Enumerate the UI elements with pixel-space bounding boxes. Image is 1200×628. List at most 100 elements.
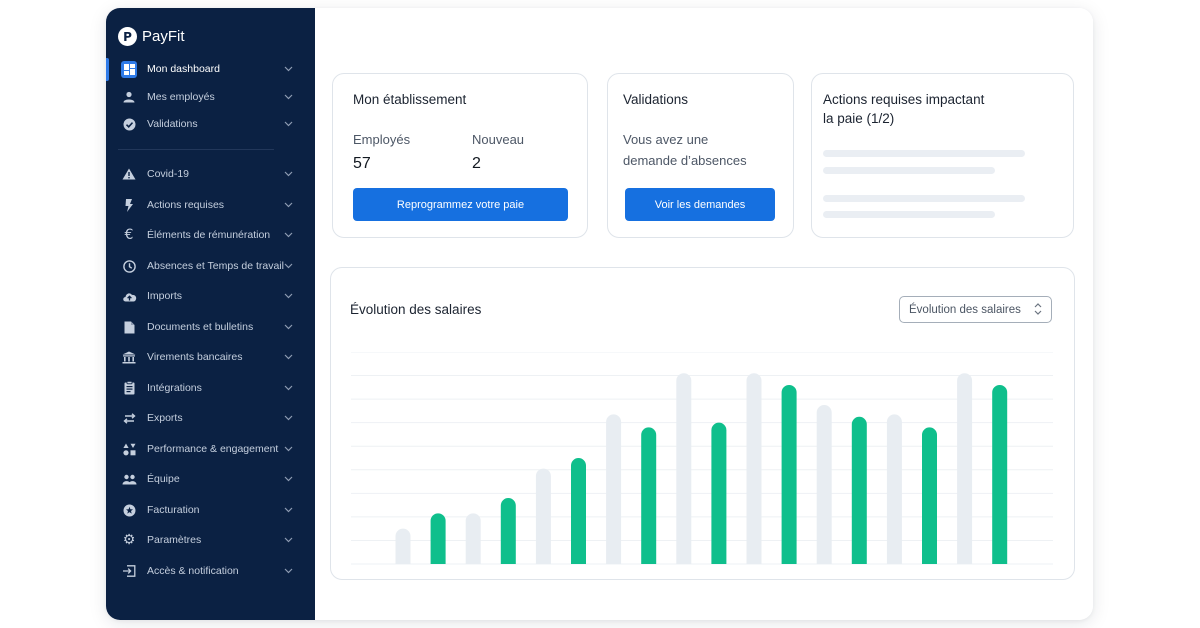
- sidebar-item-label: Absences et Temps de travail: [147, 260, 284, 272]
- chevron-down-icon[interactable]: [283, 383, 293, 393]
- bar-grey-5: [535, 468, 551, 564]
- bar-green-18: [992, 384, 1008, 564]
- sidebar-item-label: Documents et bulletins: [147, 321, 254, 333]
- bar-grey-9: [676, 373, 692, 564]
- cloud-upload-icon: [121, 288, 137, 304]
- voir-demandes-button[interactable]: Voir les demandes: [625, 188, 775, 221]
- nouveau-label: Nouveau: [472, 132, 525, 147]
- bar-green-2: [430, 513, 446, 564]
- sidebar: P PayFit Mon dashboard Mes employés Valida…: [106, 8, 315, 620]
- bar-grey-13: [816, 405, 832, 564]
- euro-icon: €: [124, 227, 134, 243]
- chevron-down-icon[interactable]: [283, 200, 293, 210]
- sidebar-item-integrations[interactable]: Intégrations: [106, 375, 315, 401]
- clipboard-icon: [121, 380, 137, 396]
- card-title: Mon établissement: [353, 92, 467, 107]
- chevron-down-icon[interactable]: [283, 566, 293, 576]
- sign-in-icon: [121, 563, 137, 579]
- bank-icon: [121, 349, 137, 365]
- payfit-logo-icon: P: [118, 27, 137, 46]
- panel-title: Évolution des salaires: [350, 302, 482, 317]
- chevron-down-icon[interactable]: [283, 535, 293, 545]
- sidebar-item-absences-et-temps-de-travail[interactable]: Absences et Temps de travail: [106, 253, 315, 279]
- chevron-down-icon[interactable]: [283, 261, 293, 271]
- sidebar-item-acces-notification[interactable]: Accès & notification: [106, 558, 315, 584]
- chevron-down-icon[interactable]: [283, 352, 293, 362]
- sidebar-item-documents-et-bulletins[interactable]: Documents et bulletins: [106, 314, 315, 340]
- employes-value: 57: [353, 155, 371, 172]
- sidebar-item-facturation[interactable]: Facturation: [106, 497, 315, 523]
- sidebar-item-label: Éléments de rémunération: [147, 229, 271, 241]
- bar-green-6: [571, 458, 586, 564]
- brand-name: PayFit: [142, 28, 185, 45]
- chevron-down-icon[interactable]: [283, 444, 293, 454]
- bar-green-8: [641, 427, 657, 564]
- user-icon: [121, 89, 137, 105]
- app-window: P PayFit Mon dashboard Mes employés Valida…: [106, 8, 1093, 620]
- star-circle-icon: [121, 502, 137, 518]
- card-validations: Validations Vous avez une demande d’abse…: [607, 73, 794, 238]
- sidebar-item-performance-engagement[interactable]: Performance & engagement: [106, 436, 315, 462]
- validations-line1: Vous avez une: [623, 132, 709, 147]
- salary-evolution-panel: Évolution des salaires Évolution des sal…: [330, 267, 1075, 580]
- sidebar-item-label: Virements bancaires: [147, 351, 243, 363]
- bar-green-4: [500, 498, 516, 564]
- sidebar-item-equipe[interactable]: Équipe: [106, 466, 315, 492]
- chevron-down-icon[interactable]: [283, 474, 293, 484]
- shapes-icon: [121, 441, 137, 457]
- sidebar-item-label: Équipe: [147, 473, 180, 485]
- bar-grey-17: [957, 373, 973, 564]
- employes-label: Employés: [353, 132, 411, 147]
- bar-grey-3: [465, 513, 481, 564]
- sidebar-item-imports[interactable]: Imports: [106, 283, 315, 309]
- warning-icon: [121, 166, 137, 182]
- sidebar-divider: [118, 149, 274, 150]
- sidebar-item-label: Mes employés: [147, 91, 215, 103]
- sidebar-item-label: Intégrations: [147, 382, 202, 394]
- sidebar-item-validations[interactable]: Validations: [106, 111, 315, 137]
- chevron-down-icon[interactable]: [283, 413, 293, 423]
- sidebar-item-virements-bancaires[interactable]: Virements bancaires: [106, 344, 315, 370]
- sidebar-item-exports[interactable]: Exports: [106, 405, 315, 431]
- sidebar-item-actions-requises[interactable]: Actions requises: [106, 192, 315, 218]
- sidebar-item-covid-19[interactable]: Covid-19: [106, 161, 315, 187]
- bar-grey-11: [746, 373, 762, 564]
- sidebar-item-label: Mon dashboard: [147, 63, 220, 75]
- skeleton-line: [823, 195, 1025, 202]
- chevron-down-icon[interactable]: [283, 291, 293, 301]
- card-actions-requises: Actions requises impactant la paie (1/2): [811, 73, 1074, 238]
- sidebar-item-mes-employes[interactable]: Mes employés: [106, 84, 315, 110]
- chevron-up-down-icon: [1034, 302, 1042, 319]
- sidebar-item-elements-de-remuneration[interactable]: € Éléments de rémunération: [106, 222, 315, 248]
- sidebar-item-parametres[interactable]: ⚙ Paramètres: [106, 527, 315, 553]
- bar-green-16: [922, 427, 937, 564]
- chevron-down-icon[interactable]: [283, 505, 293, 515]
- nouveau-value: 2: [472, 155, 481, 172]
- chart-type-select[interactable]: Évolution des salaires: [899, 296, 1052, 323]
- reprogrammez-paie-button[interactable]: Reprogrammez votre paie: [353, 188, 568, 221]
- chevron-down-icon[interactable]: [283, 322, 293, 332]
- sidebar-item-mon-dashboard[interactable]: Mon dashboard: [106, 56, 315, 82]
- card-title-line2: la paie (1/2): [823, 111, 895, 126]
- chevron-down-icon[interactable]: [283, 119, 293, 129]
- skeleton-line: [823, 167, 995, 174]
- chevron-down-icon[interactable]: [283, 169, 293, 179]
- chart-svg: [351, 351, 1053, 565]
- bar-green-10: [711, 422, 727, 564]
- sidebar-item-label: Accès & notification: [147, 565, 239, 577]
- chevron-down-icon[interactable]: [283, 92, 293, 102]
- sidebar-item-label: Facturation: [147, 504, 200, 516]
- check-circle-icon: [121, 116, 137, 132]
- chevron-down-icon[interactable]: [283, 230, 293, 240]
- gear-icon: ⚙: [122, 532, 136, 548]
- chevron-down-icon[interactable]: [283, 64, 293, 74]
- select-value: Évolution des salaires: [909, 303, 1021, 316]
- card-title-line1: Actions requises impactant: [823, 92, 985, 107]
- bar-grey-15: [886, 414, 902, 564]
- team-icon: [121, 471, 137, 487]
- lightning-icon: [121, 197, 137, 213]
- brand[interactable]: P PayFit: [118, 27, 185, 46]
- swap-arrows-icon: [121, 410, 137, 426]
- sidebar-item-label: Performance & engagement: [147, 443, 279, 455]
- main-content: Mon établissement Employés 57 Nouveau 2 …: [315, 8, 1093, 620]
